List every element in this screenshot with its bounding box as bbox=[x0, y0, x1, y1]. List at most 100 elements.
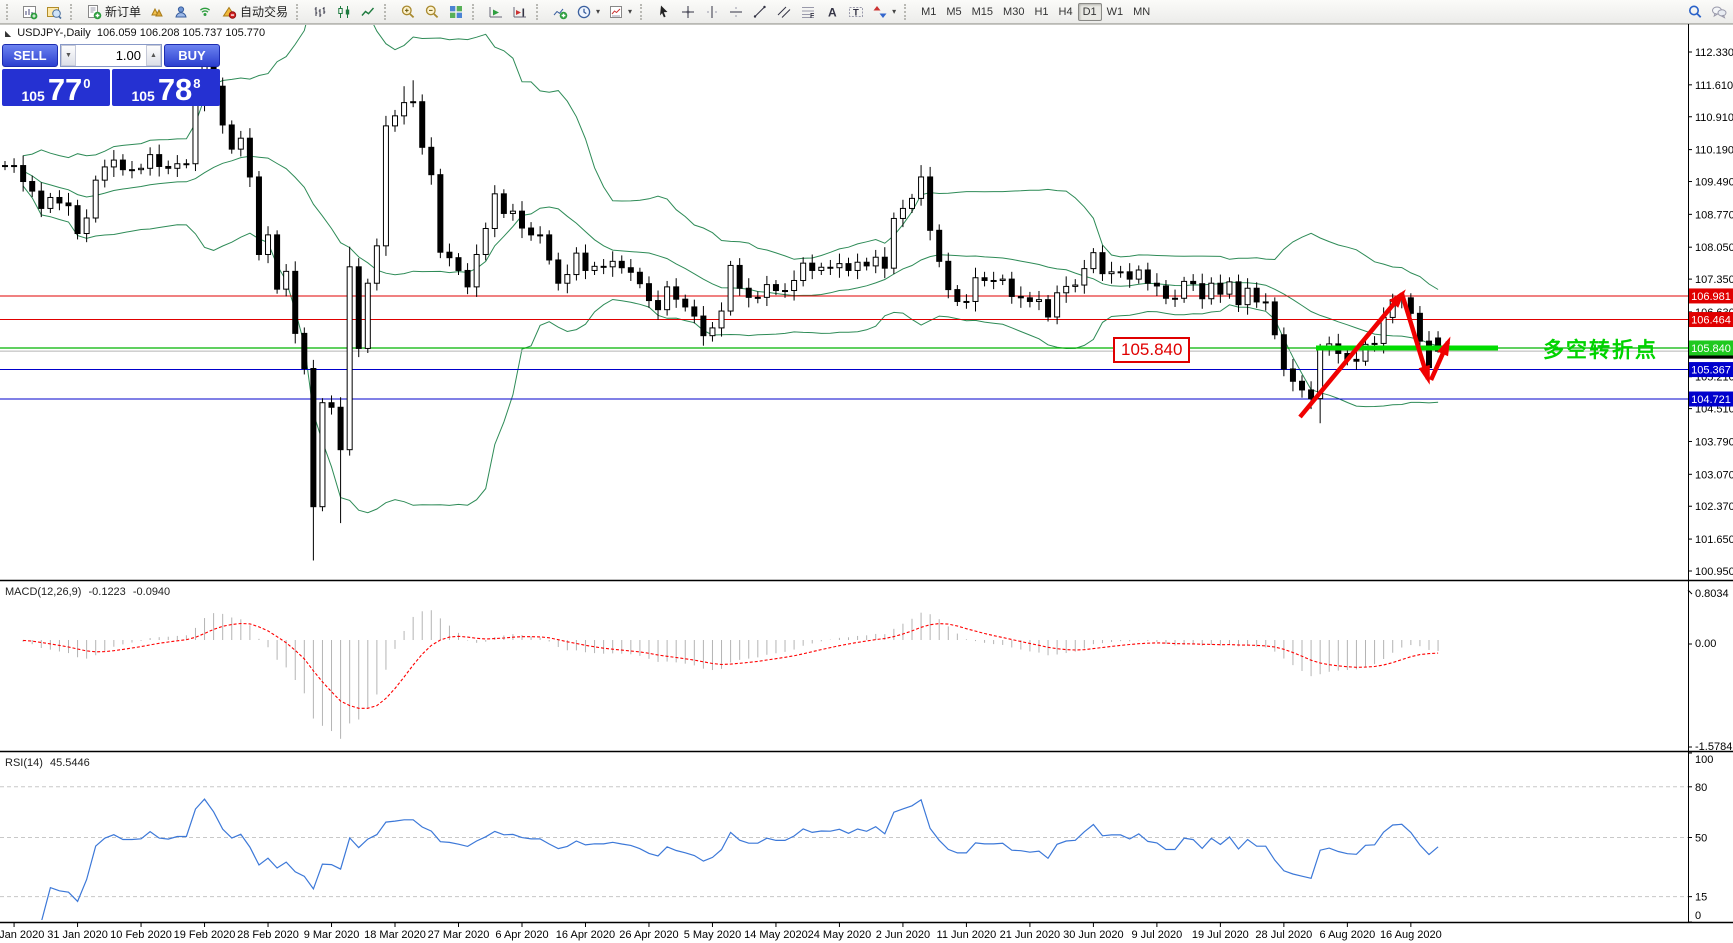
rsi-axis-label: 80 bbox=[1695, 782, 1707, 794]
bar-chart-icon bbox=[314, 6, 326, 17]
chart-marker-icon: ◣ bbox=[5, 29, 12, 38]
rsi-name: RSI(14) bbox=[5, 757, 43, 769]
indicators-icon bbox=[553, 8, 568, 19]
autotrading-icon[interactable]: 自动交易 bbox=[217, 2, 292, 22]
chart-area[interactable]: 112.330 111.610 110.910 110.190 109.490 108.7… bbox=[0, 24, 1733, 943]
line-chart-icon bbox=[361, 7, 375, 16]
label-icon[interactable]: T bbox=[844, 2, 868, 22]
bollinger-lower bbox=[22, 185, 1439, 514]
date-tick-label: 28 Feb 2020 bbox=[237, 929, 299, 941]
zoom-out-icon[interactable] bbox=[420, 2, 444, 22]
sell-price-sup: 0 bbox=[83, 76, 91, 91]
date-tick-label: 14 May 2020 bbox=[744, 929, 808, 941]
buy-price-big: 78 bbox=[157, 71, 193, 107]
price-tick-label: 103.070 bbox=[1695, 469, 1733, 481]
indicators-icon[interactable] bbox=[548, 2, 572, 22]
community-icon bbox=[175, 5, 187, 17]
profiles-icon[interactable] bbox=[42, 2, 66, 22]
channel-icon bbox=[777, 6, 791, 18]
arrows-icon bbox=[873, 5, 887, 18]
timeframe-m15-button[interactable]: M15 bbox=[967, 3, 998, 21]
rsi-indicator-label: RSI(14) 45.5446 bbox=[5, 757, 94, 769]
new-chart-icon[interactable] bbox=[18, 2, 42, 22]
rsi-axis-label: 0 bbox=[1695, 910, 1701, 922]
channel-icon[interactable] bbox=[772, 2, 796, 22]
date-tick-label: 10 Feb 2020 bbox=[110, 929, 172, 941]
signals-icon[interactable] bbox=[193, 2, 217, 22]
arrows-icon[interactable]: ▾ bbox=[868, 2, 900, 22]
hline-icon bbox=[730, 6, 743, 17]
tile-windows-icon bbox=[450, 5, 463, 18]
sell-price[interactable]: 105 77 0 bbox=[2, 69, 110, 106]
chat-icon[interactable] bbox=[1707, 2, 1731, 22]
date-tick-label: 9 Jul 2020 bbox=[1132, 929, 1183, 941]
price-tick-label: 107.350 bbox=[1695, 274, 1733, 286]
toolbar-grip bbox=[384, 3, 393, 20]
periods-icon bbox=[577, 5, 591, 18]
buy-price[interactable]: 105 78 8 bbox=[112, 69, 220, 106]
trendline-icon[interactable] bbox=[748, 2, 772, 22]
toolbar-grip bbox=[536, 3, 545, 20]
new-order-icon[interactable]: 新订单 bbox=[82, 2, 145, 22]
auto-scroll-icon[interactable] bbox=[484, 2, 508, 22]
price-tick-label: 112.330 bbox=[1695, 47, 1733, 59]
timeframe-m1-button[interactable]: M1 bbox=[916, 3, 941, 21]
symbol-title: ◣ USDJPY-,Daily 106.059 106.208 105.737 … bbox=[5, 27, 265, 39]
buy-price-sup: 8 bbox=[193, 76, 201, 91]
date-tick-label: 28 Jul 2020 bbox=[1255, 929, 1312, 941]
rsi-value: 45.5446 bbox=[49, 757, 90, 769]
toolbar-grip bbox=[472, 3, 481, 20]
rsi-axis-label: 50 bbox=[1695, 833, 1707, 845]
date-tick-label: 27 Mar 2020 bbox=[428, 929, 490, 941]
symbol-ohlc: 106.059 106.208 105.737 105.770 bbox=[96, 27, 266, 39]
price-tick-label: 110.910 bbox=[1695, 112, 1733, 124]
vline-icon[interactable] bbox=[700, 2, 724, 22]
crosshair-icon[interactable] bbox=[676, 2, 700, 22]
volume-up-button[interactable]: ▲ bbox=[146, 45, 161, 66]
arrowhead-icon bbox=[1418, 364, 1430, 385]
cursor-icon[interactable] bbox=[652, 2, 676, 22]
timeframe-m5-button[interactable]: M5 bbox=[941, 3, 966, 21]
chart-shift-icon[interactable] bbox=[508, 2, 532, 22]
turning-point-annotation[interactable]: 多空转折点 bbox=[1543, 334, 1658, 364]
bar-chart-icon[interactable] bbox=[308, 2, 332, 22]
timeframe-m30-button[interactable]: M30 bbox=[998, 3, 1029, 21]
price-level-annotation[interactable]: 105.840 bbox=[1113, 337, 1191, 363]
chart-canvas[interactable]: 112.330 111.610 110.910 110.190 109.490 108.7… bbox=[0, 24, 1733, 943]
price-tick-label: 111.610 bbox=[1695, 80, 1733, 92]
buy-button[interactable]: BUY bbox=[164, 44, 220, 67]
price-tick-label: 100.950 bbox=[1695, 566, 1733, 578]
search-icon[interactable] bbox=[1683, 2, 1707, 22]
macd-name: MACD(12,26,9) bbox=[5, 586, 82, 598]
hline-icon[interactable] bbox=[724, 2, 748, 22]
zoom-in-icon[interactable] bbox=[396, 2, 420, 22]
line-chart-icon[interactable] bbox=[356, 2, 380, 22]
macd-pane bbox=[22, 610, 1439, 739]
volume-down-button[interactable]: ▼ bbox=[61, 45, 76, 66]
templates-icon[interactable]: ▾ bbox=[604, 2, 636, 22]
candle-chart-icon[interactable] bbox=[332, 2, 356, 22]
gold-icon[interactable] bbox=[145, 2, 169, 22]
timeframe-h1-button[interactable]: H1 bbox=[1029, 3, 1053, 21]
community-icon[interactable] bbox=[169, 2, 193, 22]
timeframe-w1-button[interactable]: W1 bbox=[1102, 3, 1129, 21]
periods-icon[interactable]: ▾ bbox=[572, 2, 604, 22]
timeframe-mn-button[interactable]: MN bbox=[1128, 3, 1155, 21]
auto-scroll-icon bbox=[489, 6, 503, 17]
signals-icon bbox=[199, 7, 211, 16]
volume-input[interactable]: 1.00 bbox=[76, 45, 146, 66]
tile-windows-icon[interactable] bbox=[444, 2, 468, 22]
rsi-axis-label: 100 bbox=[1695, 754, 1713, 766]
date-tick-label: 18 Mar 2020 bbox=[364, 929, 426, 941]
sell-button[interactable]: SELL bbox=[2, 44, 58, 67]
fibo-icon[interactable]: F bbox=[796, 2, 820, 22]
timeframe-d1-button[interactable]: D1 bbox=[1077, 2, 1102, 21]
timeframe-h4-button[interactable]: H4 bbox=[1054, 3, 1078, 21]
cursor-icon bbox=[660, 5, 668, 17]
price-badge: 106.981 bbox=[1691, 291, 1731, 303]
text-icon[interactable]: A bbox=[820, 2, 844, 22]
date-tick-label: 31 Jan 2020 bbox=[47, 929, 108, 941]
label-icon: T bbox=[849, 6, 864, 18]
buy-price-handle: 105 bbox=[131, 88, 155, 104]
price-tick-label: 109.490 bbox=[1695, 177, 1733, 189]
